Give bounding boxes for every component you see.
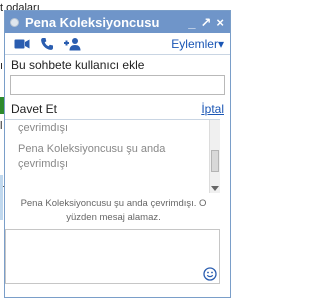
add-user-input[interactable] <box>10 75 225 95</box>
close-button[interactable]: × <box>216 16 224 29</box>
chat-title: Pena Koleksiyoncusu <box>25 14 160 30</box>
offline-status-icon <box>10 17 19 27</box>
smiley-icon[interactable] <box>203 267 217 281</box>
cancel-link[interactable]: İptal <box>201 102 224 116</box>
background-text-fragment: l <box>0 120 3 132</box>
background-text-fragment: ı <box>0 60 4 72</box>
invite-button[interactable]: Davet Et <box>11 102 201 116</box>
message-compose-box[interactable] <box>5 229 220 284</box>
chat-toolbar: Eylemler▾ <box>5 33 230 55</box>
scroll-down-arrow-icon[interactable] <box>211 186 219 191</box>
add-person-icon[interactable] <box>61 36 83 52</box>
actions-menu[interactable]: Eylemler▾ <box>171 37 224 51</box>
scrollbar-thumb[interactable] <box>211 150 219 172</box>
offline-notice: Pena Koleksiyoncusu şu anda çevrimdışı. … <box>20 198 207 223</box>
chat-message: çevrimdışı <box>18 122 69 134</box>
popout-button[interactable]: ↗ <box>201 16 212 29</box>
phone-icon[interactable] <box>36 36 58 52</box>
chat-titlebar[interactable]: Pena Koleksiyoncusu _ ↗ × <box>5 11 230 33</box>
video-icon[interactable] <box>11 36 33 52</box>
chat-history[interactable]: çevrimdışı Pena Koleksiyoncusu şu anda ç… <box>5 119 220 193</box>
invite-row: Davet Et İptal <box>5 95 230 118</box>
minimize-button[interactable]: _ <box>188 16 195 29</box>
background-scrollbar <box>0 175 3 220</box>
chat-message: Pena Koleksiyoncusu şu anda çevrimdışı <box>18 143 166 170</box>
history-scrollbar[interactable] <box>209 120 220 193</box>
add-to-chat-label: Bu sohbete kullanıcı ekle <box>11 58 145 72</box>
